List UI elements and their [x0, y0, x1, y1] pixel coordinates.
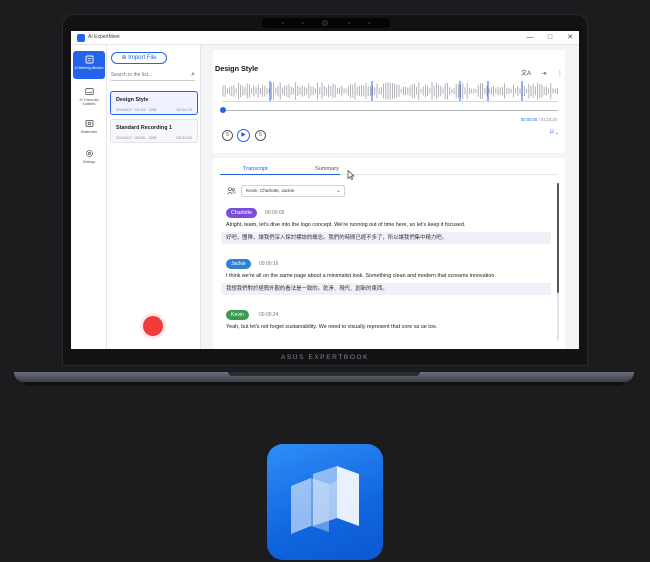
meeting-minutes-icon [85, 55, 94, 64]
recording-item-standard-1[interactable]: Standard Recording 1 2024/4/2 · 08:06 · … [110, 119, 198, 143]
segment-text-zh: 我想我們對於極簡外觀的看法是一致的。乾淨、現代、創新的東西。 [221, 283, 551, 295]
total-time: / 01:24:20 [537, 117, 557, 122]
import-file-label: Import File [128, 55, 157, 61]
recording-title: Standard Recording 1 [116, 125, 173, 131]
app-logo-icon [77, 34, 85, 42]
nav-rail: AI Meeting Minutes AI Transcript Subtitl… [71, 45, 107, 349]
segment-time[interactable]: 00:00:16 [259, 260, 278, 268]
transcript-card: Transcript Summary Kevin, Charlotte, Jac… [213, 158, 565, 349]
subtitles-icon [84, 87, 94, 96]
close-button[interactable]: ✕ [565, 33, 575, 43]
record-button[interactable] [143, 316, 163, 336]
time-readout: 00:00:00 / 01:24:20 [521, 117, 557, 122]
nav-item-label: AI Meeting Minutes [74, 66, 104, 70]
list-search: ⌕ [111, 69, 195, 81]
speaker-badge[interactable]: Charlotte [226, 208, 258, 218]
speaker-filter-select[interactable]: Kevin, Charlotte, Jackie ⌄ [241, 185, 345, 197]
app-logo [267, 444, 383, 560]
window-titlebar: AI ExpertMeet — □ ✕ [71, 31, 579, 45]
nav-item-label: Settings [82, 160, 96, 164]
laptop-lid: AI ExpertMeet — □ ✕ AI Meeting Minutes A… [62, 14, 588, 366]
play-icon: ▶ [241, 132, 246, 138]
nav-item-meeting-minutes[interactable]: AI Meeting Minutes [73, 51, 105, 79]
segment-time[interactable]: 00:00:24 [259, 311, 278, 319]
camera-bar [262, 18, 390, 28]
minimize-button[interactable]: — [525, 33, 535, 43]
progress-handle[interactable] [220, 107, 226, 113]
scrollbar-thumb[interactable] [557, 183, 559, 293]
rewind-label: 5 [226, 132, 229, 138]
webcam-icon [322, 20, 328, 26]
segment-time[interactable]: 00:00:05 [265, 209, 284, 217]
speaker-badge[interactable]: Kevin [226, 310, 249, 320]
bookmark-menu[interactable]: ⌑ ⌄ [550, 128, 559, 136]
recording-list-pane: ⊕ Import File ⌕ Design Style 2024/4/2 · … [107, 45, 201, 349]
laptop-base-shadow [24, 382, 624, 386]
current-time: 00:00:00 [520, 117, 538, 122]
main-panel: Design Style 文A ⇥ ⋮ 00:00:00 / 01:24:20 … [201, 45, 579, 349]
stage: AI ExpertMeet — □ ✕ AI Meeting Minutes A… [0, 0, 650, 562]
watermark-icon [85, 119, 94, 128]
chevron-down-icon: ⌄ [335, 188, 341, 194]
search-icon[interactable]: ⌕ [191, 70, 195, 79]
player-toolbar: 文A ⇥ ⋮ [515, 62, 563, 80]
speaker-filter-value: Kevin, Charlotte, Jackie [246, 188, 295, 193]
import-file-button[interactable]: ⊕ Import File [111, 52, 167, 64]
nav-item-label: Watermark [80, 130, 98, 134]
player-card: Design Style 文A ⇥ ⋮ 00:00:00 / 01:24:20 … [213, 50, 565, 153]
search-input[interactable] [111, 69, 183, 80]
maximize-button[interactable]: □ [545, 33, 555, 43]
segment-text-en: I think we're all on the same page about… [226, 273, 496, 279]
recording-date: 2024/4/2 · 04:24 · 22M [116, 107, 157, 112]
nav-item-settings[interactable]: Settings [73, 145, 105, 173]
recording-title: Design Style [116, 97, 149, 103]
nav-item-watermark[interactable]: Watermark [73, 115, 105, 143]
laptop-base-notch [228, 372, 420, 376]
play-button[interactable]: ▶ [237, 129, 250, 142]
recording-date: 2024/4/2 · 08:06 · 22M [116, 135, 157, 140]
segment-text-zh: 好吧，團隊，讓我們深入探討標誌的概念。我們的時間已經不多了，所以讓我們集中精力吧… [221, 232, 551, 244]
forward-label: 5 [259, 132, 262, 138]
recording-item-design-style[interactable]: Design Style 2024/4/2 · 04:24 · 22M 00:2… [110, 91, 198, 115]
rewind-button[interactable]: 5 [222, 130, 233, 141]
tab-transcript[interactable]: Transcript [243, 165, 268, 173]
nav-item-label: AI Transcript Subtitles [79, 98, 99, 106]
recording-duration: 00:31:50 [176, 135, 192, 140]
laptop-base [14, 372, 634, 382]
gear-icon [85, 149, 94, 158]
nav-item-subtitles[interactable]: AI Transcript Subtitles [73, 83, 105, 111]
people-icon [227, 187, 236, 198]
translate-icon[interactable]: 文A [521, 68, 531, 77]
segment-text-en: Yeah, but let's not forget sustainabilit… [226, 324, 438, 330]
speaker-badge[interactable]: Jackie [226, 259, 251, 269]
laptop-screen: AI ExpertMeet — □ ✕ AI Meeting Minutes A… [71, 31, 579, 349]
chevron-down-icon: ⌄ [553, 130, 559, 136]
forward-button[interactable]: 5 [255, 130, 266, 141]
laptop-brand: ASUS EXPERTBOOK [280, 354, 370, 361]
segment-text-en: Alright, team, let's dive into the logo … [226, 222, 466, 228]
transcript-scrollbar[interactable] [557, 183, 559, 341]
app-title: AI ExpertMeet [88, 34, 120, 40]
audio-waveform[interactable] [222, 80, 558, 102]
export-icon[interactable]: ⇥ [542, 70, 547, 77]
page-title: Design Style [215, 64, 259, 73]
active-tab-underline [220, 174, 340, 175]
tab-divider [340, 174, 558, 175]
mouse-cursor-icon [347, 170, 355, 180]
progress-track[interactable] [222, 110, 558, 111]
recording-duration: 00:24:20 [176, 107, 192, 112]
app-logo-mark-icon [291, 466, 359, 534]
tab-summary[interactable]: Summary [315, 165, 339, 173]
more-icon[interactable]: ⋮ [557, 70, 563, 77]
